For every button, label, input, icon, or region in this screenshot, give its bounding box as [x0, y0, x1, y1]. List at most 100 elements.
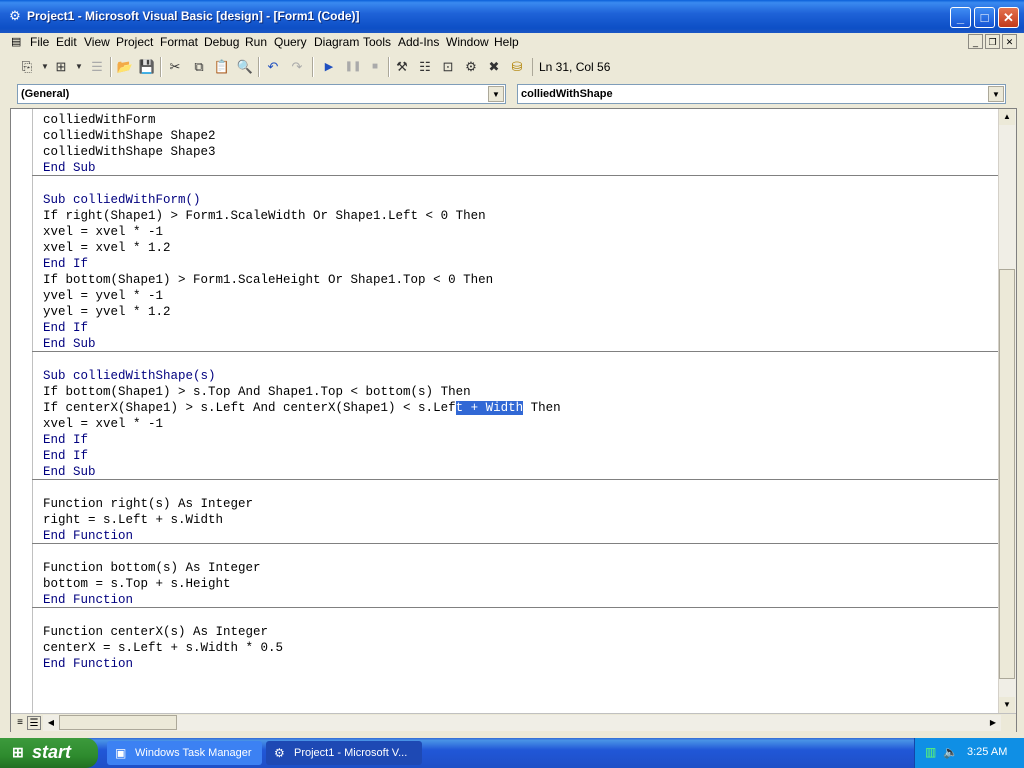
- start-button[interactable]: ⊞ start: [0, 738, 98, 768]
- menu-tools[interactable]: Tools: [363, 35, 391, 49]
- menu-query[interactable]: Query: [274, 35, 307, 49]
- paste-icon[interactable]: 📋: [213, 58, 231, 76]
- add-form-dropdown-icon[interactable]: ▼: [70, 58, 88, 76]
- code-line[interactable]: xvel = xvel * 1.2: [43, 240, 171, 256]
- find-icon[interactable]: 🔍: [236, 58, 254, 76]
- object-combo[interactable]: (General) ▼: [17, 84, 506, 104]
- redo-icon[interactable]: ↷: [288, 58, 306, 76]
- chevron-down-icon[interactable]: ▼: [488, 86, 504, 102]
- add-form-icon[interactable]: ⊞: [52, 58, 70, 76]
- cut-icon[interactable]: ✂: [166, 58, 184, 76]
- code-line[interactable]: Function right(s) As Integer: [43, 496, 253, 512]
- save-project-icon[interactable]: 💾: [138, 58, 156, 76]
- menu-window[interactable]: Window: [446, 35, 489, 49]
- mdi-restore-button[interactable]: ❐: [985, 34, 1000, 49]
- menu-add-ins[interactable]: Add-Ins: [398, 35, 439, 49]
- menu-help[interactable]: Help: [494, 35, 519, 49]
- menu-project[interactable]: Project: [116, 35, 153, 49]
- code-line[interactable]: End Function: [43, 528, 133, 544]
- run-icon[interactable]: ▶: [320, 58, 338, 76]
- code-window-icon[interactable]: ▤: [11, 35, 21, 48]
- code-line[interactable]: Function bottom(s) As Integer: [43, 560, 261, 576]
- code-line[interactable]: End If: [43, 432, 88, 448]
- data-view-icon[interactable]: ⛁: [508, 58, 526, 76]
- code-line[interactable]: End Function: [43, 592, 133, 608]
- menu-view[interactable]: View: [84, 35, 110, 49]
- code-line[interactable]: yvel = yvel * 1.2: [43, 304, 171, 320]
- code-line[interactable]: colliedWithForm: [43, 112, 156, 128]
- code-editor: colliedWithForm colliedWithShape Shape2 …: [10, 108, 1017, 732]
- menu-editor-icon[interactable]: ☰: [88, 58, 106, 76]
- code-line[interactable]: Function centerX(s) As Integer: [43, 624, 268, 640]
- vertical-scrollbar[interactable]: ▲ ▼: [998, 109, 1016, 713]
- scroll-right-icon[interactable]: ▶: [985, 715, 1001, 731]
- selection-prefix: If centerX(Shape1) > s.Left And centerX(…: [43, 401, 456, 415]
- menu-run[interactable]: Run: [245, 35, 267, 49]
- break-icon[interactable]: ❚❚: [344, 58, 362, 76]
- margin-indicator-bar[interactable]: [11, 109, 33, 713]
- procedure-view-icon[interactable]: ≡: [13, 716, 27, 730]
- code-line[interactable]: End If: [43, 256, 88, 272]
- menu-diagram[interactable]: Diagram: [314, 35, 359, 49]
- end-icon[interactable]: ■: [366, 58, 384, 76]
- code-line[interactable]: colliedWithShape Shape3: [43, 144, 216, 160]
- code-line[interactable]: right = s.Left + s.Width: [43, 512, 223, 528]
- horizontal-scrollbar[interactable]: ◀ ▶: [43, 715, 1001, 731]
- task-windows-task-manager[interactable]: ▣ Windows Task Manager: [107, 741, 262, 765]
- code-line[interactable]: Sub colliedWithShape(s): [43, 368, 216, 384]
- code-line[interactable]: Sub colliedWithForm(): [43, 192, 201, 208]
- menu-debug[interactable]: Debug: [204, 35, 239, 49]
- procedure-divider: [32, 543, 1000, 544]
- code-line[interactable]: End Sub: [43, 464, 96, 480]
- cursor-position: Ln 31, Col 56: [532, 58, 779, 76]
- code-line[interactable]: End If: [43, 320, 88, 336]
- mdi-close-button[interactable]: ✕: [1002, 34, 1017, 49]
- text-selection[interactable]: t + Width: [455, 401, 524, 415]
- code-line[interactable]: xvel = xvel * -1: [43, 224, 163, 240]
- open-project-icon[interactable]: 📂: [116, 58, 134, 76]
- code-line[interactable]: yvel = yvel * -1: [43, 288, 163, 304]
- scroll-down-icon[interactable]: ▼: [999, 697, 1015, 713]
- code-line[interactable]: End If: [43, 448, 88, 464]
- project-explorer-icon[interactable]: ⚒: [393, 58, 411, 76]
- task-project1[interactable]: ⚙ Project1 - Microsoft V...: [266, 741, 422, 765]
- add-project-icon[interactable]: ⎘: [18, 58, 36, 76]
- code-area[interactable]: colliedWithForm colliedWithShape Shape2 …: [32, 109, 1000, 713]
- close-button[interactable]: ✕: [998, 7, 1019, 28]
- code-line[interactable]: End Sub: [43, 160, 96, 176]
- network-icon[interactable]: ▥: [925, 745, 936, 759]
- scroll-left-icon[interactable]: ◀: [43, 715, 59, 731]
- code-line[interactable]: colliedWithShape Shape2: [43, 128, 216, 144]
- form-layout-icon[interactable]: ⊡: [439, 58, 457, 76]
- copy-icon[interactable]: ⧉: [190, 58, 208, 76]
- volume-icon[interactable]: 🔈: [943, 745, 958, 759]
- toolbox-icon[interactable]: ✖: [485, 58, 503, 76]
- code-line[interactable]: centerX = s.Left + s.Width * 0.5: [43, 640, 283, 656]
- maximize-button[interactable]: □: [974, 7, 995, 28]
- vb-project-icon: ⚙: [9, 8, 21, 23]
- full-module-view-icon[interactable]: ☰: [27, 716, 41, 730]
- code-line[interactable]: If right(Shape1) > Form1.ScaleWidth Or S…: [43, 208, 486, 224]
- code-window-combos: (General) ▼ colliedWithShape ▼: [0, 82, 1024, 108]
- code-line[interactable]: xvel = xvel * -1: [43, 416, 163, 432]
- menu-format[interactable]: Format: [160, 35, 198, 49]
- code-line[interactable]: If bottom(Shape1) > Form1.ScaleHeight Or…: [43, 272, 493, 288]
- procedure-combo[interactable]: colliedWithShape ▼: [517, 84, 1006, 104]
- code-line[interactable]: If bottom(Shape1) > s.Top And Shape1.Top…: [43, 384, 471, 400]
- mdi-minimize-button[interactable]: _: [968, 34, 983, 49]
- menu-file[interactable]: File: [30, 35, 49, 49]
- menu-edit[interactable]: Edit: [56, 35, 77, 49]
- object-browser-icon[interactable]: ⚙: [462, 58, 480, 76]
- undo-icon[interactable]: ↶: [264, 58, 282, 76]
- code-line[interactable]: End Sub: [43, 336, 96, 352]
- code-line[interactable]: bottom = s.Top + s.Height: [43, 576, 231, 592]
- scroll-thumb[interactable]: [999, 269, 1015, 679]
- code-line[interactable]: End Function: [43, 656, 133, 672]
- minimize-button[interactable]: _: [950, 7, 971, 28]
- chevron-down-icon[interactable]: ▼: [988, 86, 1004, 102]
- code-line-selected[interactable]: If centerX(Shape1) > s.Left And centerX(…: [43, 400, 561, 416]
- toolbar-separator: [160, 57, 162, 77]
- scroll-up-icon[interactable]: ▲: [999, 109, 1015, 125]
- properties-window-icon[interactable]: ☷: [416, 58, 434, 76]
- horizontal-scroll-thumb[interactable]: [59, 715, 177, 730]
